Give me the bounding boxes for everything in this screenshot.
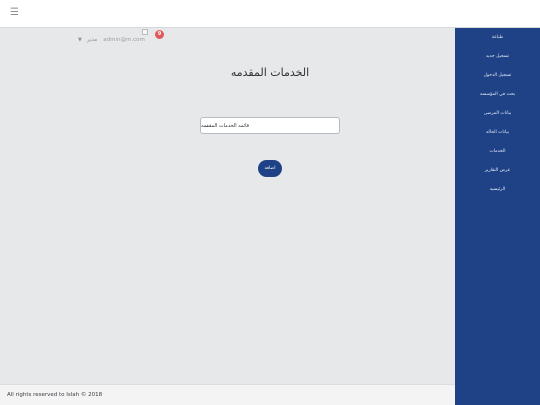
sidebar-item-case-data[interactable]: بيانات الحاله: [455, 128, 540, 147]
services-select[interactable]: ⌄ قائمه الخدمات المقدمه: [200, 117, 340, 134]
add-button[interactable]: اضافه: [258, 160, 282, 177]
main-content: ▼ مدير admin@m.com 9 الخدمات المقدمه ⌄ ق…: [0, 28, 455, 384]
user-email: admin@m.com: [103, 37, 145, 43]
sidebar-item-home[interactable]: الرئيسيه: [455, 185, 540, 204]
sidebar-item-register[interactable]: تسجيل جديد: [455, 52, 540, 71]
notification-badge[interactable]: 9: [155, 30, 164, 39]
sidebar-item-search[interactable]: بحث في المؤسسه: [455, 90, 540, 109]
sidebar: طباعة تسجيل جديد تسجيل الدخول بحث في الم…: [455, 28, 540, 405]
top-navbar: ☰: [0, 0, 540, 28]
sidebar-item-services[interactable]: الخدمات: [455, 147, 540, 166]
chevron-down-icon: ⌄: [204, 122, 210, 129]
hamburger-icon[interactable]: ☰: [10, 7, 20, 19]
user-role: مدير: [86, 37, 98, 43]
page-title: الخدمات المقدمه: [230, 66, 310, 79]
sidebar-item-reports[interactable]: عرض التقارير: [455, 166, 540, 185]
footer: All rights reserved to Islah © 2018: [0, 384, 455, 405]
user-menu[interactable]: ▼ مدير admin@m.com: [78, 34, 145, 46]
sidebar-item-patients[interactable]: بيانات المرضى: [455, 109, 540, 128]
sidebar-item-login[interactable]: تسجيل الدخول: [455, 71, 540, 90]
chevron-down-icon: ▼: [78, 37, 82, 43]
avatar[interactable]: [142, 29, 148, 35]
sidebar-item-print[interactable]: طباعة: [455, 33, 540, 52]
footer-text: All rights reserved to Islah © 2018: [7, 392, 103, 398]
